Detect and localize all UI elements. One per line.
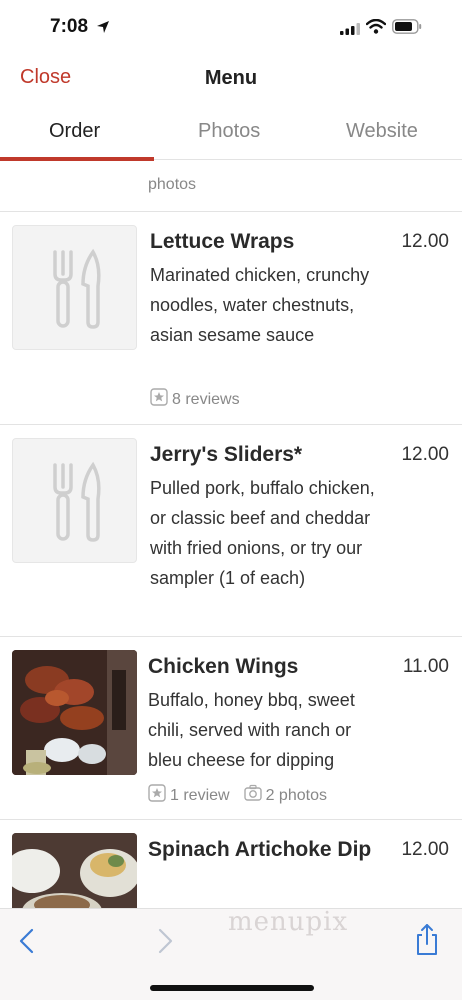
- share-icon[interactable]: [414, 923, 440, 962]
- chicken-wings-photo: [12, 650, 137, 775]
- list-item[interactable]: Lettuce Wraps 12.00 Marinated chicken, c…: [0, 212, 462, 425]
- fork-knife-icon: [13, 226, 136, 349]
- page-title: Menu: [204, 67, 258, 89]
- item-meta: 1 review 2 photos: [148, 784, 327, 807]
- signal-icon: [340, 22, 360, 40]
- tab-order[interactable]: Order: [49, 120, 100, 143]
- camera-icon: [243, 784, 262, 807]
- list-item[interactable]: Chicken Wings 11.00 Buffalo, honey bbq, …: [0, 637, 462, 820]
- item-reviews: 8 reviews: [172, 390, 240, 408]
- home-indicator: [150, 985, 314, 991]
- item-description: Marinated chicken, crunchy noodles, wate…: [150, 265, 370, 345]
- status-time: 7:08: [50, 16, 89, 37]
- item-price: 12.00: [401, 444, 449, 465]
- item-description: Buffalo, honey bbq, sweet chili, served …: [148, 690, 355, 770]
- tab-website[interactable]: Website: [346, 120, 418, 143]
- item-price: 12.00: [401, 231, 449, 252]
- item-price: 11.00: [402, 656, 449, 677]
- item-photos: photos: [148, 176, 197, 193]
- battery-icon: [392, 19, 422, 39]
- tab-photos[interactable]: Photos: [198, 120, 260, 143]
- item-reviews: 1 review: [170, 786, 230, 804]
- wifi-icon: [365, 18, 387, 39]
- watermark: menupix: [228, 907, 349, 937]
- back-chevron-icon[interactable]: [16, 927, 38, 960]
- item-meta: 8 reviews: [150, 388, 240, 411]
- item-name: Spinach Artichoke Dip: [148, 838, 372, 861]
- location-arrow-icon: [96, 20, 110, 39]
- item-price: 12.00: [401, 839, 449, 860]
- item-name: Chicken Wings: [148, 655, 299, 678]
- item-photo[interactable]: [12, 833, 137, 908]
- star-icon: [148, 784, 166, 807]
- spinach-dip-photo: [12, 833, 137, 908]
- list-item[interactable]: Spinach Artichoke Dip 12.00: [0, 820, 462, 908]
- menu-list[interactable]: photos Lettuce Wraps 12.00 Marinated chi…: [0, 160, 462, 908]
- item-placeholder-image: [12, 438, 137, 563]
- item-description: Pulled pork, buffalo chicken, or classic…: [150, 478, 375, 588]
- nav-bar: Close Menu: [0, 56, 462, 102]
- list-item[interactable]: photos: [0, 160, 462, 212]
- browser-toolbar: menupix: [0, 907, 462, 1000]
- item-placeholder-image: [12, 225, 137, 350]
- star-icon: [150, 388, 168, 411]
- fork-knife-icon: [13, 439, 136, 562]
- forward-chevron-icon[interactable]: [154, 927, 176, 960]
- status-bar: 7:08: [0, 0, 462, 56]
- tab-bar: Order Photos Website: [0, 110, 462, 161]
- item-name: Jerry's Sliders*: [150, 443, 303, 466]
- list-item[interactable]: Jerry's Sliders* 12.00 Pulled pork, buff…: [0, 425, 462, 637]
- item-photos: 2 photos: [265, 786, 327, 804]
- item-name: Lettuce Wraps: [150, 230, 295, 253]
- item-photo[interactable]: [12, 650, 137, 775]
